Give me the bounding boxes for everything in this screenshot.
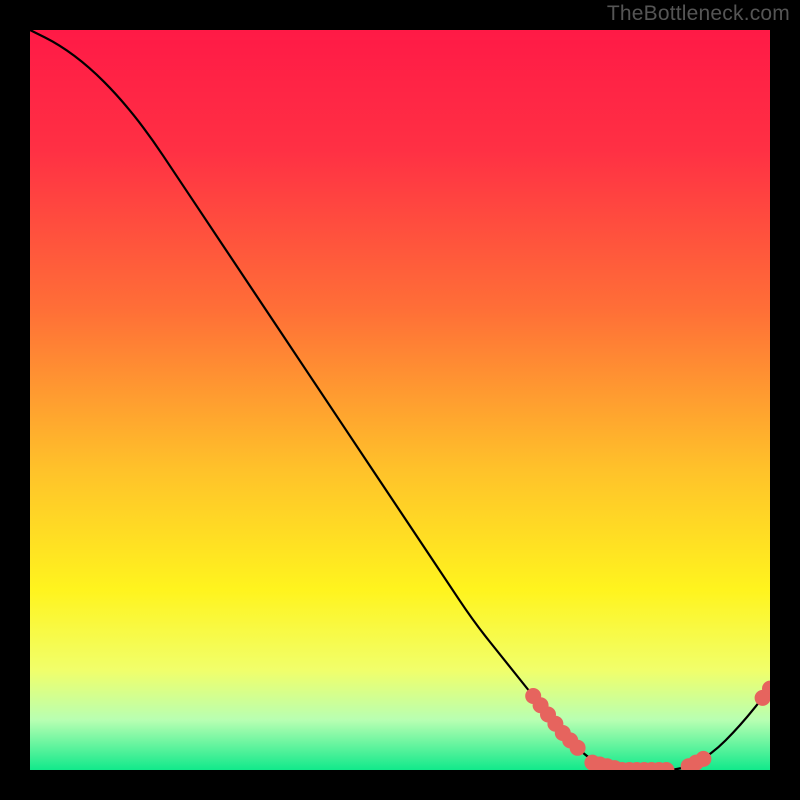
plot-area	[30, 30, 770, 770]
bottleneck-curve-line	[30, 30, 770, 770]
watermark-text: TheBottleneck.com	[607, 2, 790, 26]
curve-markers	[525, 681, 770, 770]
curve-marker	[695, 751, 711, 767]
chart-svg	[30, 30, 770, 770]
curve-marker	[570, 740, 586, 756]
